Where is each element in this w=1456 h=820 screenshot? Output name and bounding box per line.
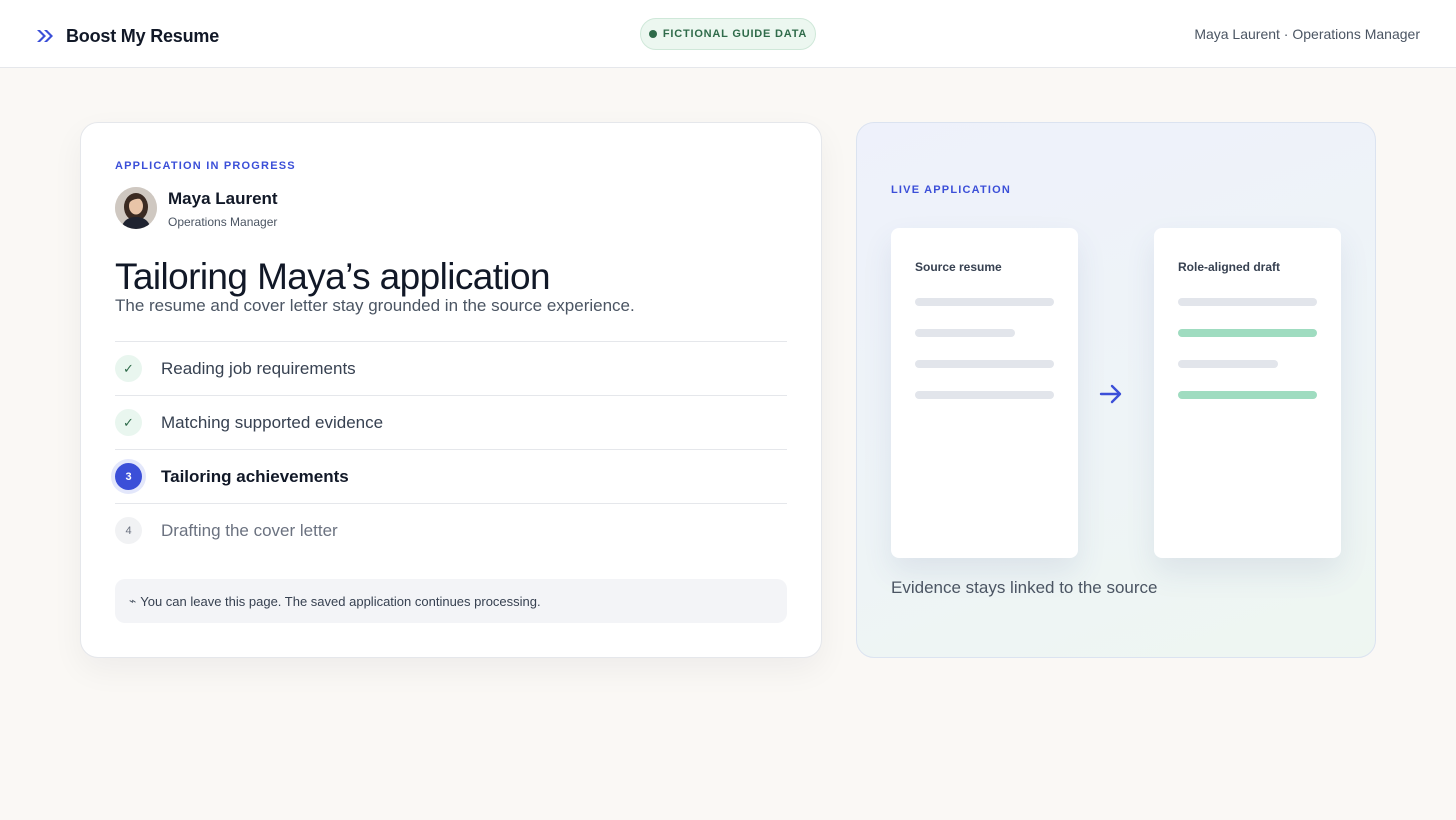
step-label: Drafting the cover letter — [161, 520, 338, 540]
background-processing-notice: ⌁ You can leave this page. The saved app… — [115, 579, 787, 623]
source-resume-document: Source resume — [891, 228, 1078, 558]
fictional-data-badge: FICTIONAL GUIDE DATA — [640, 18, 816, 50]
role-aligned-draft-document: Role-aligned draft — [1154, 228, 1341, 558]
doc-line-highlighted — [1178, 391, 1317, 399]
progress-steps: ✓ Reading job requirements ✓ Matching su… — [115, 341, 787, 557]
notice-text: You can leave this page. The saved appli… — [140, 593, 541, 609]
person-name: Maya Laurent — [168, 189, 278, 208]
live-eyebrow: LIVE APPLICATION — [891, 184, 1012, 196]
evidence-caption: Evidence stays linked to the source — [891, 578, 1158, 597]
doc-line — [915, 391, 1054, 399]
step-label: Tailoring achievements — [161, 466, 349, 486]
doc-line — [915, 360, 1054, 368]
arrow-right-icon — [1098, 382, 1124, 406]
avatar — [115, 187, 157, 229]
double-chevron-right-icon — [36, 28, 56, 44]
progress-eyebrow: APPLICATION IN PROGRESS — [115, 160, 296, 172]
doc-line — [915, 298, 1054, 306]
application-progress-card: APPLICATION IN PROGRESS Maya Laurent Ope… — [80, 122, 822, 658]
step-number-pending: 4 — [115, 517, 142, 544]
page-subtitle: The resume and cover letter stay grounde… — [115, 296, 635, 315]
step-label: Reading job requirements — [161, 358, 356, 378]
status-dot-icon — [648, 30, 657, 38]
doc-title: Source resume — [915, 260, 1002, 274]
step-reading-requirements: ✓ Reading job requirements — [115, 341, 787, 395]
page-title: Tailoring Maya’s application — [115, 256, 551, 297]
top-bar: Boost My Resume FICTIONAL GUIDE DATA May… — [0, 0, 1456, 68]
doc-line — [1178, 298, 1317, 306]
check-icon: ✓ — [115, 409, 142, 436]
info-wave-icon: ⌁ — [129, 594, 137, 608]
person-role: Operations Manager — [168, 215, 278, 229]
doc-title: Role-aligned draft — [1178, 260, 1281, 274]
doc-line — [1178, 360, 1278, 368]
check-icon: ✓ — [115, 355, 142, 382]
user-meta: Maya Laurent · Operations Manager — [1194, 26, 1420, 42]
step-drafting-cover-letter: 4 Drafting the cover letter — [115, 503, 787, 557]
doc-line-highlighted — [1178, 329, 1317, 337]
brand[interactable]: Boost My Resume — [36, 24, 219, 48]
step-matching-evidence: ✓ Matching supported evidence — [115, 395, 787, 449]
live-application-card: LIVE APPLICATION Source resume Role-alig… — [856, 122, 1376, 658]
doc-line — [915, 329, 1015, 337]
brand-name: Boost My Resume — [66, 25, 220, 46]
step-tailoring-achievements: 3 Tailoring achievements — [115, 449, 787, 503]
badge-label: FICTIONAL GUIDE DATA — [662, 28, 808, 40]
step-label: Matching supported evidence — [161, 412, 384, 432]
step-number-active: 3 — [115, 463, 142, 490]
